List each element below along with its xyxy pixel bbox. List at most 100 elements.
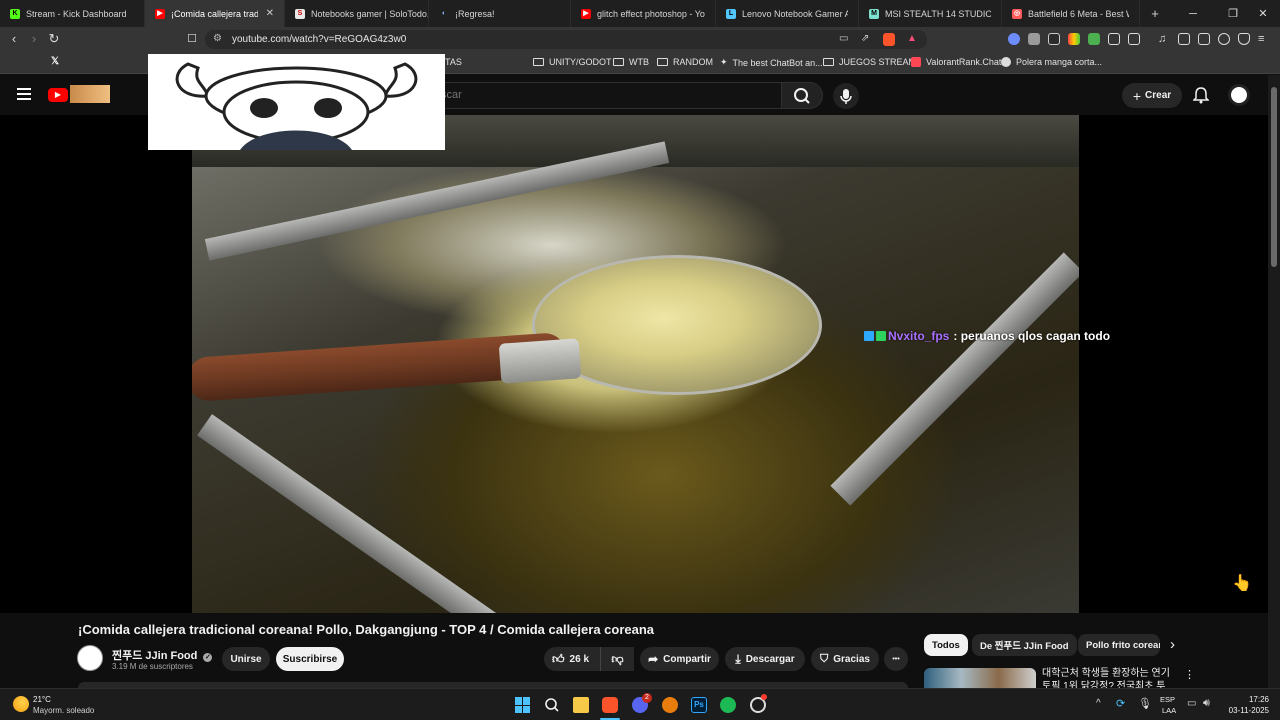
extension-icon[interactable] — [1028, 33, 1040, 45]
bookmark-valorant[interactable]: ValorantRank.Chat — [911, 57, 1001, 67]
sidebar-icon[interactable] — [1178, 33, 1190, 45]
back-icon[interactable]: ‹ — [6, 31, 22, 47]
page-scrollbar[interactable] — [1268, 75, 1280, 688]
tab-msi[interactable]: M MSI STEALTH 14 STUDIO A13V — [859, 0, 1002, 27]
shield-icon[interactable] — [1238, 33, 1250, 45]
scrollbar-thumb[interactable] — [1271, 87, 1277, 267]
network-icon[interactable]: ▭ — [1187, 698, 1196, 709]
youtube-doodle-logo[interactable] — [70, 85, 110, 103]
wallet-icon[interactable] — [1198, 33, 1210, 45]
x-icon[interactable]: 𝕏 — [51, 56, 59, 67]
chip-pollo-frito[interactable]: Pollo frito corean — [1078, 634, 1160, 656]
clock-time[interactable]: 17:26 — [1235, 695, 1269, 704]
volume-icon[interactable]: 🔊︎ — [1203, 697, 1210, 710]
tab-solotodo[interactable]: S Notebooks gamer | SoloTodo.cl — [285, 0, 429, 27]
tab-battlefield[interactable]: ◎ Battlefield 6 Meta - Best Weap — [1002, 0, 1140, 27]
close-window-icon[interactable]: ✕ — [1243, 0, 1280, 27]
share-icon[interactable]: ⇗ — [861, 33, 869, 44]
bookmark-folder-unity-godot[interactable]: UNITY/GODOT — [533, 57, 612, 67]
chip-from-channel[interactable]: De 찐푸드 JJin Food — [972, 634, 1077, 656]
tab-label: ¡Comida callejera tradic — [171, 8, 258, 19]
tab-youtube-video[interactable]: ▶ ¡Comida callejera tradic ✕ — [145, 0, 285, 27]
weather-description[interactable]: Mayorm. soleado — [33, 706, 94, 715]
recommendation-thumbnail[interactable] — [924, 668, 1036, 688]
extension-icon[interactable] — [1068, 33, 1080, 45]
microphone-icon[interactable]: 🎙︎ — [1138, 697, 1152, 710]
bookmark-chatbot[interactable]: ✦ The best ChatBot an... — [720, 57, 823, 68]
folder-icon — [533, 58, 544, 66]
youtube-logo-icon[interactable]: ▶ — [48, 88, 68, 102]
chevron-up-icon[interactable]: ^ — [1096, 698, 1101, 709]
weather-temperature[interactable]: 21°C — [33, 695, 51, 704]
brave-browser-icon[interactable] — [602, 697, 618, 713]
tab-kick-dashboard[interactable]: K Stream - Kick Dashboard — [0, 0, 145, 27]
brave-rewards-icon[interactable]: ▲ — [907, 33, 917, 44]
tab-glitch-youtube[interactable]: ▶ glitch effect photoshop - YouTu — [571, 0, 716, 27]
photoshop-icon[interactable]: Ps — [691, 697, 707, 713]
vpn-icon[interactable] — [1218, 33, 1230, 45]
extension-icon[interactable] — [1008, 33, 1020, 45]
reload-icon[interactable]: ↻ — [46, 31, 62, 47]
notifications-bell-icon[interactable] — [1192, 86, 1210, 104]
spotify-icon[interactable] — [720, 697, 736, 713]
video-player[interactable]: Nvxito_fps : peruanos qlos cagan todo 👆 — [0, 115, 1268, 613]
more-actions-button[interactable]: ••• — [884, 647, 908, 671]
channel-name[interactable]: 찐푸드 JJin Food ✓ — [112, 647, 213, 663]
search-input[interactable] — [441, 89, 741, 101]
bookmark-polera[interactable]: Polera manga corta... — [1001, 57, 1102, 67]
dislike-button[interactable]: 👎︎ — [600, 647, 634, 671]
voice-search-button[interactable] — [833, 83, 859, 109]
windows-start-icon[interactable] — [515, 697, 531, 713]
bookmark-folder-juegos-stream[interactable]: JUEGOS STREAM — [823, 57, 916, 67]
clock-date[interactable]: 03-11-2025 — [1223, 706, 1269, 715]
cast-icon[interactable]: ▭ — [839, 33, 848, 44]
blender-icon[interactable] — [662, 697, 678, 713]
minimize-icon[interactable]: ─ — [1173, 0, 1213, 27]
microphone-icon — [840, 89, 852, 104]
vertical-dots-icon[interactable]: ⋮ — [1184, 668, 1195, 681]
join-button[interactable]: Unirse — [222, 647, 270, 671]
forward-icon[interactable]: › — [26, 31, 42, 47]
subscribe-button[interactable]: Suscribirse — [276, 647, 344, 671]
tab-regresa[interactable]: ◐ ¡Regresa! — [429, 0, 571, 27]
search-button[interactable] — [781, 82, 823, 109]
video-frame[interactable] — [192, 115, 1079, 613]
chevron-right-icon[interactable]: › — [1170, 636, 1175, 653]
extensions-puzzle-icon[interactable] — [1108, 33, 1120, 45]
close-tab-icon[interactable]: ✕ — [266, 8, 274, 19]
weather-sun-icon[interactable] — [13, 696, 29, 712]
search-box[interactable] — [430, 82, 782, 109]
recommendation-title[interactable]: 대학근처 학생들 환장하는 연기 토픽 1위 닭강정? 전국최초 투 — [1042, 667, 1177, 688]
channel-avatar[interactable] — [77, 645, 103, 671]
thanks-button[interactable]: ⛉ Gracias — [811, 647, 879, 671]
bookmark-folder-wtb[interactable]: WTB — [613, 57, 649, 67]
share-button[interactable]: ➦ Compartir — [640, 647, 719, 671]
site-info-icon[interactable]: ⚙ — [213, 33, 222, 44]
account-avatar[interactable] — [1228, 84, 1250, 106]
download-button[interactable]: ⤓ Descargar — [725, 647, 805, 671]
solotodo-icon: S — [295, 8, 305, 19]
youtube-icon: ▶ — [155, 8, 165, 19]
create-button[interactable]: + Crear — [1122, 83, 1182, 108]
bookmark-folder-random[interactable]: RANDOM — [657, 57, 713, 67]
media-icon[interactable]: ♫ — [1158, 33, 1170, 45]
sync-icon[interactable]: ⟳ — [1116, 697, 1125, 710]
tab-lenovo[interactable]: L Lenovo Notebook Gamer AI PC — [716, 0, 859, 27]
extension-icon[interactable] — [1048, 33, 1060, 45]
keyboard-language[interactable]: ESP — [1160, 695, 1175, 704]
menu-icon[interactable]: ≡ — [1258, 33, 1270, 45]
taskbar-search-icon[interactable] — [544, 697, 560, 713]
hamburger-menu-icon[interactable] — [17, 88, 31, 100]
bookmark-icon[interactable]: ☐ — [184, 31, 200, 47]
brave-shields-icon[interactable] — [883, 33, 895, 46]
extension-icon[interactable] — [1088, 33, 1100, 45]
screenshot-icon[interactable] — [1128, 33, 1140, 45]
bookmark-tas[interactable]: TAS — [445, 57, 462, 67]
like-count: 26 k — [569, 653, 590, 665]
keyboard-layout[interactable]: LAA — [1162, 706, 1176, 715]
new-tab-button[interactable]: + — [1140, 0, 1170, 27]
chip-all[interactable]: Todos — [924, 634, 968, 656]
url-text[interactable]: youtube.com/watch?v=ReGOAG4z3w0 — [232, 34, 406, 45]
address-bar[interactable]: ⚙ youtube.com/watch?v=ReGOAG4z3w0 ▭ ⇗ ▲ — [205, 30, 927, 49]
file-explorer-icon[interactable] — [573, 697, 589, 713]
